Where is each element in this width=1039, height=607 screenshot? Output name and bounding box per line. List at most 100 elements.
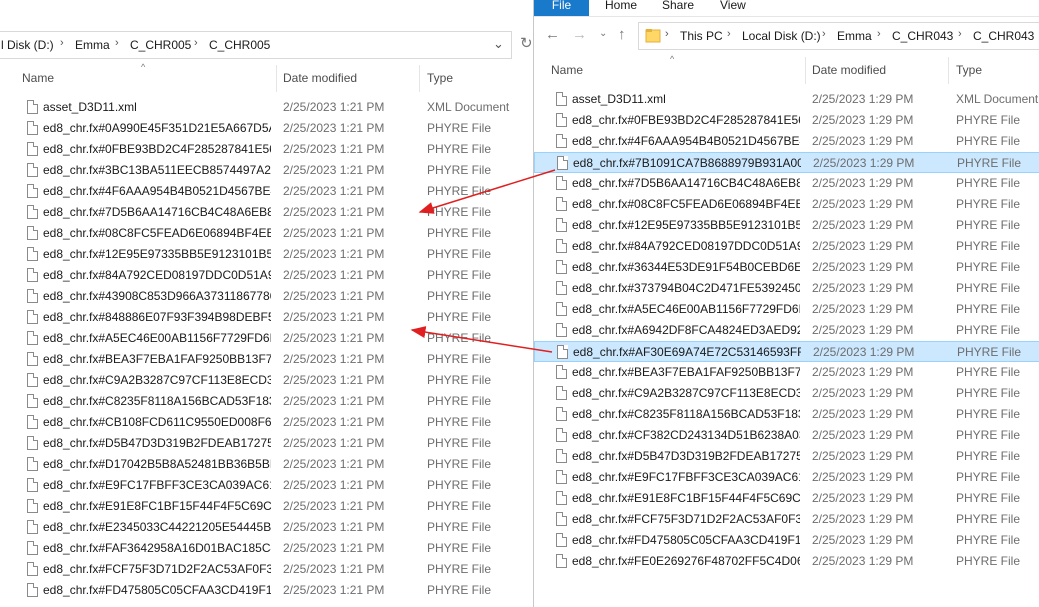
- table-row[interactable]: ed8_chr.fx#4F6AAA954B4B0521D4567BE4... 2/…: [534, 131, 1039, 152]
- file-name: ed8_chr.fx#0FBE93BD2C4F285287841E563...: [572, 113, 800, 127]
- breadcrumb-item[interactable]: Emma: [837, 29, 872, 43]
- file-name: ed8_chr.fx#E91E8FC1BF15F44F4F5C69C2...: [43, 499, 271, 513]
- ribbon-tabs: File Home Share View: [534, 0, 1039, 17]
- column-date-modified[interactable]: Date modified: [812, 57, 886, 84]
- breadcrumb-item[interactable]: This PC: [680, 29, 723, 43]
- table-row-selected[interactable]: ed8_chr.fx#AF30E69A74E72C53146593FF1... 2…: [534, 341, 1039, 362]
- table-row-selected[interactable]: ed8_chr.fx#7B1091CA7B8688979B931A00... 2/…: [534, 152, 1039, 173]
- column-type[interactable]: Type: [427, 65, 453, 92]
- table-row[interactable]: ed8_chr.fx#E9FC17FBFF3CE3CA039AC61... 2/2…: [0, 475, 532, 496]
- table-row[interactable]: ed8_chr.fx#848886E07F93F394B98DEBF5A... 2…: [0, 307, 532, 328]
- tab-home[interactable]: Home: [605, 0, 637, 16]
- file-icon: [556, 176, 567, 190]
- table-row[interactable]: ed8_chr.fx#43908C853D966A37311867786... 2…: [0, 286, 532, 307]
- back-arrow-icon[interactable]: ←: [545, 26, 560, 43]
- table-row[interactable]: ed8_chr.fx#A5EC46E00AB1156F7729FD6E... 2/…: [534, 299, 1039, 320]
- table-row[interactable]: ed8_chr.fx#3BC13BA511EECB8574497A28... 2/…: [0, 160, 532, 181]
- table-row[interactable]: ed8_chr.fx#7D5B6AA14716CB4C48A6EB8... 2/2…: [0, 202, 532, 223]
- table-row[interactable]: ed8_chr.fx#C9A2B3287C97CF113E8ECD3... 2/2…: [0, 370, 532, 391]
- table-row[interactable]: ed8_chr.fx#CF382CD243134D51B6238A03... 2/…: [534, 425, 1039, 446]
- file-date-modified: 2/25/2023 1:21 PM: [283, 457, 385, 471]
- breadcrumb-item[interactable]: C_CHR043: [892, 29, 953, 43]
- table-row[interactable]: ed8_chr.fx#BEA3F7EBA1FAF9250BB13F73... 2/…: [0, 349, 532, 370]
- breadcrumb-item[interactable]: l Disk (D:): [1, 38, 54, 52]
- table-row[interactable]: ed8_chr.fx#08C8FC5FEAD6E06894BF4EB4... 2/…: [534, 194, 1039, 215]
- table-row[interactable]: ed8_chr.fx#FCF75F3D71D2F2AC53AF0F3... 2/2…: [534, 509, 1039, 530]
- dropdown-chevron-icon[interactable]: ⌄: [493, 36, 504, 52]
- file-name: ed8_chr.fx#0A990E45F351D21E5A667D5A...: [43, 121, 271, 135]
- table-row[interactable]: ed8_chr.fx#08C8FC5FEAD6E06894BF4EB4... 2/…: [0, 223, 532, 244]
- file-name: ed8_chr.fx#BEA3F7EBA1FAF9250BB13F73...: [572, 365, 800, 379]
- table-row[interactable]: asset_D3D11.xml 2/25/2023 1:21 PM XML Docu…: [0, 97, 532, 118]
- up-arrow-icon[interactable]: ↑: [618, 26, 626, 43]
- file-name: ed8_chr.fx#36344E53DE91F54B0CEBD6EA...: [572, 260, 800, 274]
- forward-arrow-icon[interactable]: →: [572, 26, 587, 43]
- table-row[interactable]: ed8_chr.fx#0FBE93BD2C4F285287841E563... 2…: [0, 139, 532, 160]
- table-row[interactable]: ed8_chr.fx#CB108FCD611C9550ED008F62... 2/…: [0, 412, 532, 433]
- file-icon: [556, 365, 567, 379]
- table-row[interactable]: ed8_chr.fx#FD475805C05CFAA3CD419F1... 2/2…: [0, 580, 532, 601]
- breadcrumb-item[interactable]: Emma: [75, 38, 110, 52]
- tab-file[interactable]: File: [534, 0, 589, 16]
- table-row[interactable]: ed8_chr.fx#C9A2B3287C97CF113E8ECD3... 2/2…: [534, 383, 1039, 404]
- column-name[interactable]: Name: [22, 65, 54, 92]
- chevron-right-icon[interactable]: ›: [958, 28, 962, 40]
- table-row[interactable]: ed8_chr.fx#373794B04C2D471FE5392450... 2/…: [534, 278, 1039, 299]
- table-row[interactable]: asset_D3D11.xml 2/25/2023 1:29 PM XML Docu…: [534, 89, 1039, 110]
- chevron-right-icon[interactable]: ›: [60, 37, 64, 49]
- table-row[interactable]: ed8_chr.fx#D5B47D3D319B2FDEAB17275... 2/2…: [0, 433, 532, 454]
- table-row[interactable]: ed8_chr.fx#FCF75F3D71D2F2AC53AF0F3... 2/2…: [0, 559, 532, 580]
- table-row[interactable]: ed8_chr.fx#84A792CED08197DDC0D51A9... 2/2…: [534, 236, 1039, 257]
- table-row[interactable]: ed8_chr.fx#0FBE93BD2C4F285287841E563... 2…: [534, 110, 1039, 131]
- breadcrumb-item[interactable]: C_CHR043: [973, 29, 1034, 43]
- file-name: ed8_chr.fx#FD475805C05CFAA3CD419F1...: [572, 533, 800, 547]
- table-row[interactable]: ed8_chr.fx#FAF3642958A16D01BAC185C4... 2/…: [0, 538, 532, 559]
- table-row[interactable]: ed8_chr.fx#C8235F8118A156BCAD53F183... 2/…: [0, 391, 532, 412]
- table-row[interactable]: ed8_chr.fx#A5EC46E00AB1156F7729FD6E... 2/…: [0, 328, 532, 349]
- table-row[interactable]: ed8_chr.fx#12E95E97335BB5E9123101B56... 2…: [534, 215, 1039, 236]
- file-icon: [27, 499, 38, 513]
- table-row[interactable]: ed8_chr.fx#D5B47D3D319B2FDEAB17275... 2/2…: [534, 446, 1039, 467]
- column-divider[interactable]: [805, 57, 806, 84]
- table-row[interactable]: ed8_chr.fx#D17042B5B8A52481BB36B5BE... 2/…: [0, 454, 532, 475]
- chevron-right-icon[interactable]: ›: [194, 37, 198, 49]
- table-row[interactable]: ed8_chr.fx#E91E8FC1BF15F44F4F5C69C2... 2/…: [534, 488, 1039, 509]
- table-row[interactable]: ed8_chr.fx#FD475805C05CFAA3CD419F1... 2/2…: [534, 530, 1039, 551]
- table-row[interactable]: ed8_chr.fx#E9FC17FBFF3CE3CA039AC61... 2/2…: [534, 467, 1039, 488]
- column-divider[interactable]: [276, 65, 277, 92]
- column-divider[interactable]: [948, 57, 949, 84]
- breadcrumb-item[interactable]: C_CHR005: [209, 38, 270, 52]
- table-row[interactable]: ed8_chr.fx#12E95E97335BB5E9123101B56... 2…: [0, 244, 532, 265]
- table-row[interactable]: ed8_chr.fx#36344E53DE91F54B0CEBD6EA... 2/…: [534, 257, 1039, 278]
- tab-share[interactable]: Share: [662, 0, 694, 16]
- table-row[interactable]: ed8_chr.fx#0A990E45F351D21E5A667D5A... 2/…: [0, 118, 532, 139]
- table-row[interactable]: ed8_chr.fx#E2345033C44221205E54445B7... 2…: [0, 517, 532, 538]
- table-row[interactable]: ed8_chr.fx#84A792CED08197DDC0D51A9... 2/2…: [0, 265, 532, 286]
- table-row[interactable]: ed8_chr.fx#C8235F8118A156BCAD53F183... 2/…: [534, 404, 1039, 425]
- file-icon: [556, 113, 567, 127]
- refresh-icon[interactable]: ↻: [520, 34, 532, 52]
- column-divider[interactable]: [419, 65, 420, 92]
- recent-dropdown-icon[interactable]: ⌄: [599, 28, 607, 39]
- address-bar[interactable]: l Disk (D:) › Emma › C_CHR005 › C_CHR005…: [0, 31, 512, 59]
- table-row[interactable]: ed8_chr.fx#7D5B6AA14716CB4C48A6EB8... 2/2…: [534, 173, 1039, 194]
- chevron-right-icon[interactable]: ›: [727, 28, 731, 40]
- column-type[interactable]: Type: [956, 57, 982, 84]
- column-date-modified[interactable]: Date modified: [283, 65, 357, 92]
- chevron-right-icon[interactable]: ›: [115, 37, 119, 49]
- tab-view[interactable]: View: [720, 0, 746, 16]
- file-name: ed8_chr.fx#E91E8FC1BF15F44F4F5C69C2...: [572, 491, 800, 505]
- table-row[interactable]: ed8_chr.fx#A6942DF8FCA4824ED3AED92... 2/2…: [534, 320, 1039, 341]
- breadcrumb-item[interactable]: Local Disk (D:): [742, 29, 821, 43]
- table-row[interactable]: ed8_chr.fx#E91E8FC1BF15F44F4F5C69C2... 2/…: [0, 496, 532, 517]
- chevron-right-icon[interactable]: ›: [877, 28, 881, 40]
- table-row[interactable]: ed8_chr.fx#4F6AAA954B4B0521D4567BE4... 2/…: [0, 181, 532, 202]
- table-row[interactable]: ed8_chr.fx#FE0E269276F48702FF5C4D06A... 2…: [534, 551, 1039, 572]
- chevron-right-icon[interactable]: ›: [665, 28, 669, 40]
- address-bar[interactable]: › This PC › Local Disk (D:) › Emma › C_C…: [638, 22, 1039, 50]
- breadcrumb-item[interactable]: C_CHR005: [130, 38, 191, 52]
- file-name: ed8_chr.fx#C8235F8118A156BCAD53F183...: [43, 394, 271, 408]
- column-name[interactable]: Name: [551, 57, 583, 84]
- chevron-right-icon[interactable]: ›: [822, 28, 826, 40]
- table-row[interactable]: ed8_chr.fx#BEA3F7EBA1FAF9250BB13F73... 2/…: [534, 362, 1039, 383]
